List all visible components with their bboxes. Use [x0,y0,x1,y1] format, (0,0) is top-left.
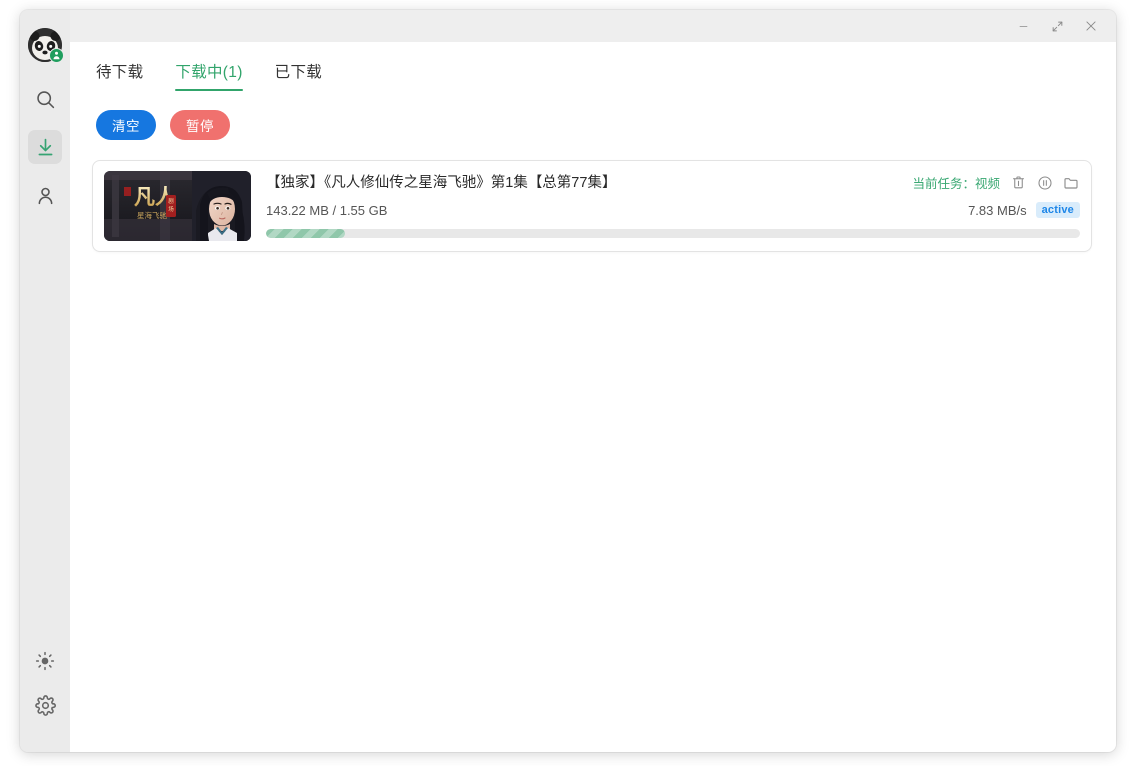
sidebar-item-downloads[interactable] [28,130,62,164]
sidebar [20,10,70,752]
pause-circle-icon [1037,175,1052,190]
sidebar-item-account[interactable] [28,178,62,212]
user-verified-badge-icon [49,48,64,63]
person-icon [38,187,52,204]
open-folder-button[interactable] [1061,173,1080,192]
tab-downloading[interactable]: 下载中(1) [175,60,243,91]
svg-text:剧: 剧 [168,197,174,205]
brightness-icon [35,651,55,671]
maximize-button[interactable] [1040,13,1074,39]
tab-bar: 待下载 下载中(1) 已下载 [70,42,1116,91]
app-window: 待下载 下载中(1) 已下载 清空 暂停 凡人 星海飞驰 剧 场 【独家】《凡人… [20,10,1116,752]
trash-icon [1012,176,1025,189]
download-size: 143.22 MB / 1.55 GB [266,202,388,218]
delete-task-button[interactable] [1009,173,1028,192]
search-icon [36,90,54,108]
download-item-header: 【独家】《凡人修仙传之星海飞驰》第1集【总第77集】 当前任务：视频 [266,173,1080,193]
download-icon [38,138,52,155]
close-button[interactable] [1074,13,1108,39]
sidebar-item-search[interactable] [28,82,62,116]
titlebar [70,10,1116,42]
action-bar: 清空 暂停 [70,91,1116,140]
pause-task-button[interactable] [1035,173,1054,192]
download-title: 【独家】《凡人修仙传之星海飞驰》第1集【总第77集】 [266,175,617,191]
folder-icon [1063,177,1078,189]
svg-text:场: 场 [168,205,174,213]
download-list: 凡人 星海飞驰 剧 场 【独家】《凡人修仙传之星海飞驰》第1集【总第77集】 当… [70,140,1116,252]
download-speed: 7.83 MB/s [968,202,1027,218]
progress-track [266,229,1080,238]
tab-pending[interactable]: 待下载 [96,60,143,91]
maximize-icon [1052,21,1062,31]
badge-person-glyph [53,51,60,60]
sidebar-item-settings[interactable] [28,688,62,722]
download-item-controls: 当前任务：视频 [912,173,1080,192]
close-icon [1086,21,1096,31]
content-area: 待下载 下载中(1) 已下载 清空 暂停 凡人 星海飞驰 剧 场 【独家】《凡人… [70,42,1116,752]
main-area: 待下载 下载中(1) 已下载 清空 暂停 凡人 星海飞驰 剧 场 【独家】《凡人… [70,10,1116,752]
download-item-stats: 143.22 MB / 1.55 GB 7.83 MB/s active [266,202,1080,218]
svg-text:星海飞驰: 星海飞驰 [137,210,167,220]
download-item[interactable]: 凡人 星海飞驰 剧 场 【独家】《凡人修仙传之星海飞驰》第1集【总第77集】 当… [92,160,1092,252]
gear-icon [34,694,56,716]
video-thumbnail[interactable]: 凡人 星海飞驰 剧 场 [104,171,251,241]
download-item-body: 【独家】《凡人修仙传之星海飞驰》第1集【总第77集】 当前任务：视频 143.2… [251,171,1080,238]
avatar[interactable] [28,28,64,63]
thumbnail-image: 凡人 星海飞驰 剧 场 [104,171,251,241]
status-badge: active [1035,202,1080,218]
download-meta: 7.83 MB/s active [968,202,1080,218]
minimize-button[interactable] [1006,13,1040,39]
minimize-icon [1019,25,1027,27]
pause-all-button[interactable]: 暂停 [170,110,230,140]
sidebar-item-theme[interactable] [28,644,62,678]
current-task-label: 当前任务：视频 [912,177,1000,191]
tab-downloaded[interactable]: 已下载 [275,60,322,91]
clear-button[interactable]: 清空 [96,110,156,140]
progress-fill [266,229,345,238]
